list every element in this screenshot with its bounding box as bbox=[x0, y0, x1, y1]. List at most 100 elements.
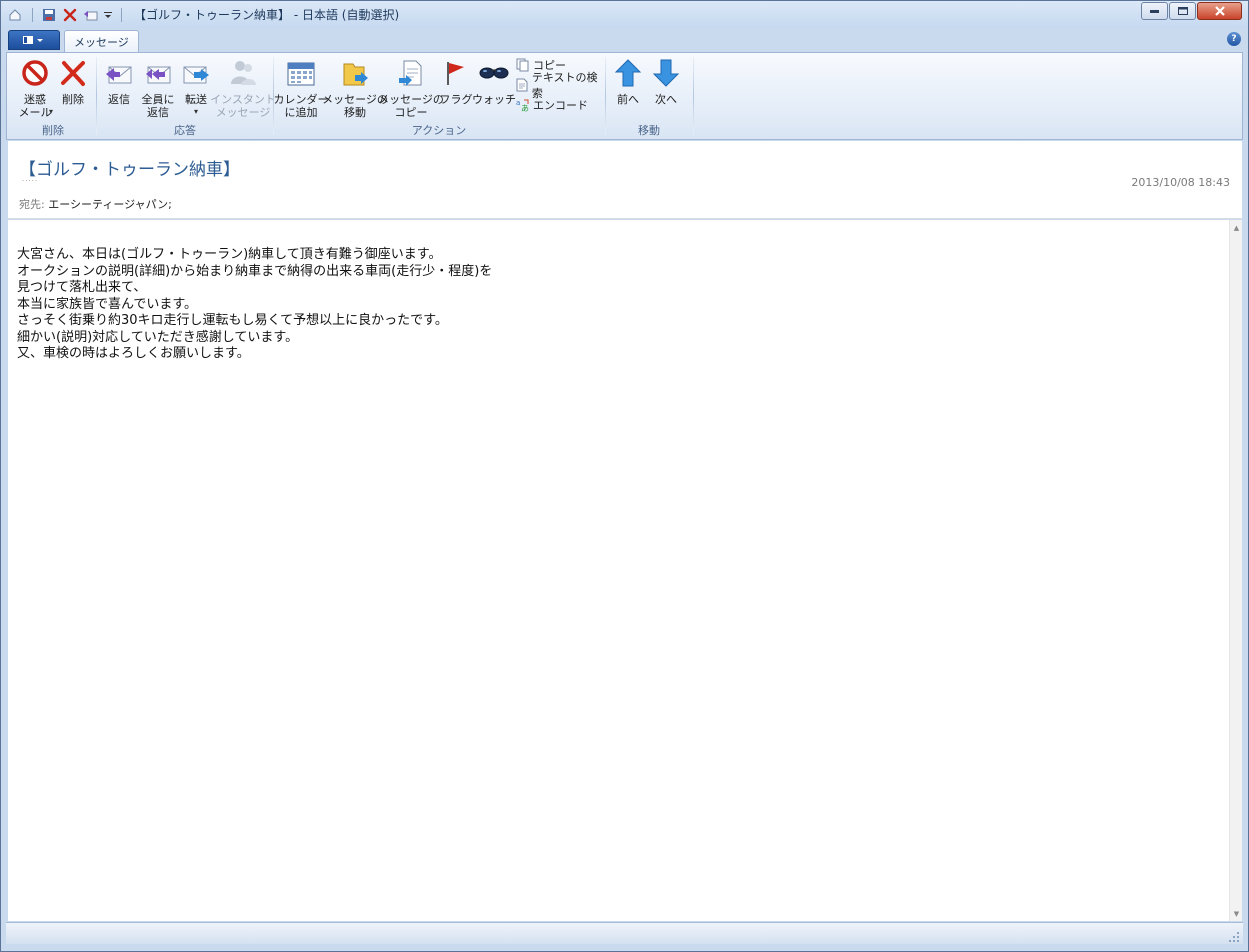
previous-button[interactable]: 前へ bbox=[611, 57, 645, 106]
group-separator bbox=[693, 57, 694, 135]
save-icon[interactable] bbox=[39, 5, 59, 25]
close-button[interactable] bbox=[1197, 2, 1242, 20]
move-message-button[interactable]: メッセージの 移動 bbox=[322, 57, 388, 119]
flag-button[interactable]: フラグ bbox=[439, 57, 473, 106]
message-body-text: 大宮さん、本日は(ゴルフ・トゥーラン)納車して頂き有難う御座います。 オークショ… bbox=[17, 247, 492, 363]
flag-icon bbox=[440, 57, 472, 89]
reply-all-button[interactable]: 全員に 返信 bbox=[139, 57, 177, 119]
ribbon-tab-row: メッセージ ? bbox=[6, 28, 1243, 52]
message-header: 【ゴルフ・トゥーラン納車】 ····· 2013/10/08 18:43 宛先:… bbox=[8, 141, 1242, 219]
window-menu-icon[interactable] bbox=[5, 5, 25, 25]
help-icon[interactable]: ? bbox=[1227, 32, 1241, 46]
junk-mail-button[interactable]: 迷惑 メール ▾ bbox=[13, 57, 57, 119]
group-respond: 返信 全員に 返信 転送 ▾ インスタント メッセージ 応答 bbox=[99, 55, 276, 139]
group-label-delete: 削除 bbox=[42, 124, 64, 137]
qat-customize-icon[interactable] bbox=[102, 5, 114, 25]
body-line: オークションの説明(詳細)から始まり納車まで納得の出来る車両(走行少・程度)を bbox=[17, 263, 493, 279]
forward-envelope-icon bbox=[180, 57, 212, 89]
people-icon bbox=[227, 57, 259, 89]
forward-label: 転送 bbox=[185, 93, 207, 106]
message-date: 2013/10/08 18:43 bbox=[1131, 176, 1230, 189]
scroll-down-icon[interactable]: ▼ bbox=[1230, 907, 1243, 920]
chevron-down-icon: ▾ bbox=[193, 107, 198, 116]
body-line: 大宮さん、本日は(ゴルフ・トゥーラン)納車して頂き有難う御座います。 bbox=[17, 247, 442, 262]
group-separator bbox=[605, 57, 606, 135]
group-navigate: 前へ 次へ 移動 bbox=[607, 55, 691, 139]
next-label: 次へ bbox=[655, 93, 677, 106]
instant-message-button[interactable]: インスタント メッセージ bbox=[210, 57, 276, 119]
vertical-scrollbar[interactable]: ▲ ▼ bbox=[1229, 220, 1242, 921]
qat-separator bbox=[121, 7, 122, 22]
group-label-actions: アクション bbox=[411, 124, 467, 137]
add-calendar-button[interactable]: カレンダー に追加 bbox=[274, 57, 329, 119]
to-value[interactable]: エーシーティージャパン; bbox=[48, 198, 172, 211]
svg-text:a: a bbox=[516, 99, 520, 107]
calendar-icon bbox=[285, 57, 317, 89]
delete-label: 削除 bbox=[62, 93, 84, 106]
glasses-icon bbox=[478, 57, 510, 89]
message-body[interactable]: 大宮さん、本日は(ゴルフ・トゥーラン)納車して頂き有難う御座います。 オークショ… bbox=[8, 220, 1229, 921]
arrow-up-icon bbox=[612, 57, 644, 89]
tab-message[interactable]: メッセージ bbox=[64, 30, 139, 52]
reply-icon[interactable] bbox=[81, 5, 101, 25]
title-bar: 【ゴルフ・トゥーラン納車】 - 日本語 (自動選択) bbox=[1, 1, 1248, 28]
sender-line: ····· bbox=[22, 177, 39, 185]
to-label: 宛先: bbox=[19, 198, 45, 211]
group-label-navigate: 移動 bbox=[638, 124, 660, 137]
document-icon bbox=[515, 77, 530, 93]
instant-message-label: インスタント メッセージ bbox=[210, 93, 276, 119]
delete-icon[interactable] bbox=[60, 5, 80, 25]
chevron-down-icon: ▾ bbox=[49, 107, 54, 116]
message-subject: 【ゴルフ・トゥーラン納車】 bbox=[19, 160, 240, 180]
find-text-button[interactable]: テキストの検索 bbox=[515, 71, 603, 100]
group-actions: カレンダー に追加 メッセージの 移動 メッセージの コピー フラグ ウォッチ … bbox=[274, 55, 603, 139]
svg-text:あ: あ bbox=[521, 104, 529, 112]
ribbon: 迷惑 メール ▾ 削除 削除 返信 全員に 返信 転送 ▾ インスタント メッセ… bbox=[6, 52, 1243, 140]
maximize-button[interactable] bbox=[1169, 2, 1196, 20]
junk-label: 迷惑 メール bbox=[18, 93, 52, 119]
mail-window: 【ゴルフ・トゥーラン納車】 - 日本語 (自動選択) メッセージ ? 迷惑 メー… bbox=[0, 0, 1249, 952]
previous-label: 前へ bbox=[617, 93, 639, 106]
copy-icon bbox=[515, 57, 531, 73]
add-calendar-label: カレンダー に追加 bbox=[273, 93, 329, 119]
group-delete: 迷惑 メール ▾ 削除 削除 bbox=[9, 55, 97, 139]
body-line: 本当に家族皆で喜んでいます。 bbox=[17, 296, 198, 312]
copy-message-button[interactable]: メッセージの コピー bbox=[378, 57, 444, 119]
forward-button[interactable]: 転送 ▾ bbox=[179, 57, 213, 116]
encode-icon: aあ bbox=[515, 97, 531, 113]
delete-button[interactable]: 削除 bbox=[55, 57, 91, 106]
watch-button[interactable]: ウォッチ bbox=[472, 57, 516, 106]
group-label-respond: 応答 bbox=[174, 124, 196, 137]
reply-all-label: 全員に 返信 bbox=[141, 93, 175, 119]
folder-move-icon bbox=[339, 57, 371, 89]
body-line: さっそく街乗り約30キロ走行し運転もし易くて予想以上に良かったです。 bbox=[17, 313, 448, 328]
minimize-button[interactable] bbox=[1141, 2, 1168, 20]
recipient-row: 宛先: エーシーティージャパン; bbox=[19, 196, 172, 212]
junk-icon bbox=[19, 57, 51, 89]
arrow-down-icon bbox=[650, 57, 682, 89]
quick-access-toolbar bbox=[1, 1, 128, 28]
body-line: 細かい(説明)対応していただき感謝しています。 bbox=[17, 329, 299, 345]
flag-label: フラグ bbox=[439, 93, 473, 106]
reply-label: 返信 bbox=[108, 93, 130, 106]
reply-envelope-icon bbox=[103, 57, 135, 89]
reply-button[interactable]: 返信 bbox=[101, 57, 137, 106]
body-line: 又、車検の時はよろしくお願いします。 bbox=[17, 346, 250, 361]
group-separator bbox=[96, 57, 97, 135]
qat-separator bbox=[32, 7, 33, 22]
watch-label: ウォッチ bbox=[472, 93, 516, 106]
encode-label: エンコード bbox=[533, 99, 588, 112]
reply-all-envelope-icon bbox=[142, 57, 174, 89]
copy-message-label: メッセージの コピー bbox=[378, 93, 444, 119]
encode-button[interactable]: aあ エンコード bbox=[515, 96, 588, 114]
delete-x-icon bbox=[57, 57, 89, 89]
status-bar bbox=[6, 922, 1243, 944]
body-line: 見つけて落札出来て、 bbox=[17, 280, 147, 295]
window-controls bbox=[1140, 2, 1242, 20]
document-copy-icon bbox=[395, 57, 427, 89]
scroll-up-icon[interactable]: ▲ bbox=[1230, 221, 1243, 234]
resize-grip-icon[interactable] bbox=[1229, 931, 1239, 942]
next-button[interactable]: 次へ bbox=[649, 57, 683, 106]
window-title: 【ゴルフ・トゥーラン納車】 - 日本語 (自動選択) bbox=[134, 8, 400, 22]
app-menu-button[interactable] bbox=[8, 30, 60, 50]
